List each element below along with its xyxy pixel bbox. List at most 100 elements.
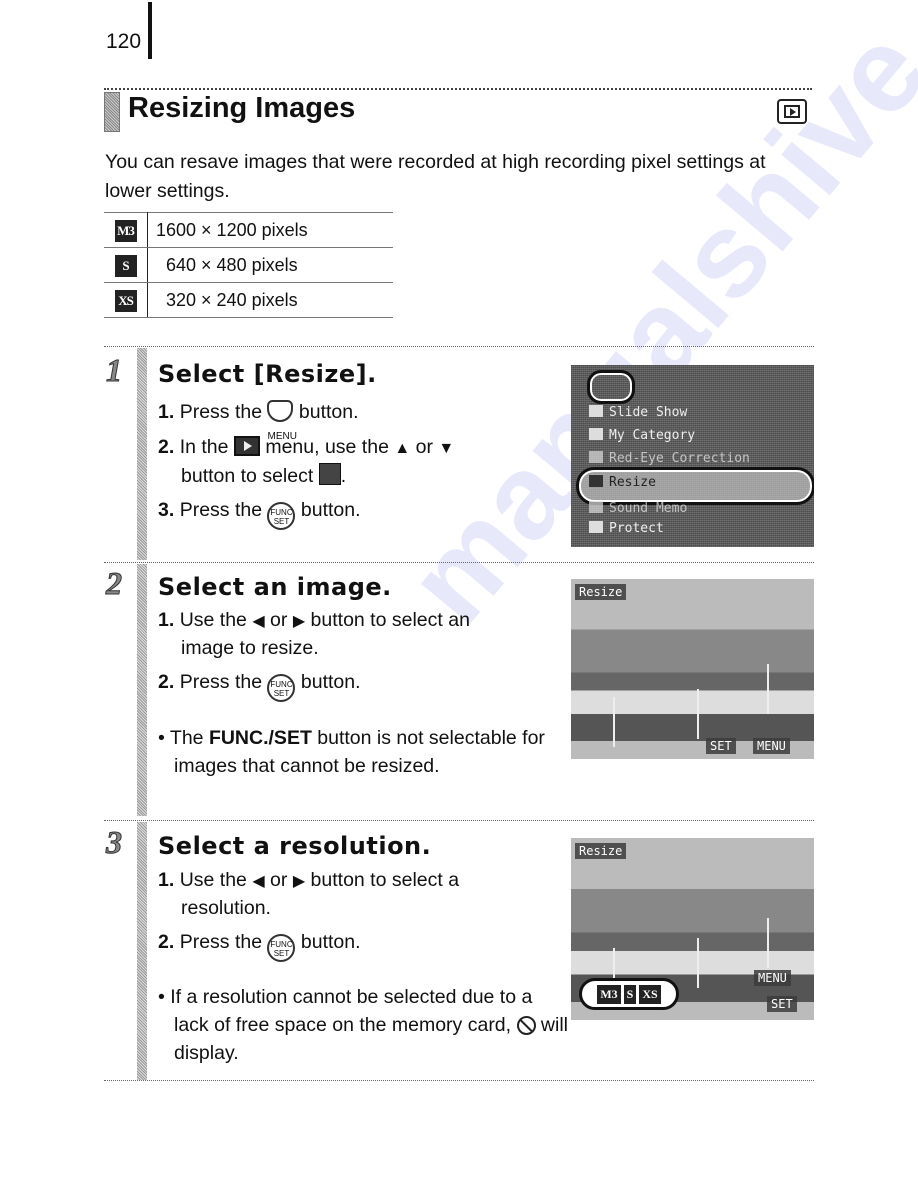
screen-header: Resize [575,843,627,859]
camera-image-select-screenshot: Resize SET MENU [571,579,814,759]
text: or [270,609,288,631]
playback-mode-icon [777,99,807,124]
text: menu, use the [265,436,389,458]
photo-detail [697,689,699,739]
option-xs: XS [639,984,661,1004]
func-label: FUNC [270,508,293,517]
text: button to select [181,465,314,487]
tab-highlight [587,370,635,404]
prohibited-icon [516,1016,536,1035]
intro-text: You can resave images that were recorded… [105,151,766,202]
text: button. [298,401,359,423]
resolution-table: M3 1600 × 1200 pixels S 640 × 480 pixels… [104,212,393,318]
set-label: SET [273,949,290,958]
right-arrow-icon: ▶ [292,613,306,630]
item-number: 3. [158,499,175,521]
resolution-value: 1600 × 1200 pixels [147,212,393,248]
page-title: Resizing Images [128,92,356,124]
resolution-xs-icon: XS [114,289,137,312]
text: or [270,869,288,891]
option-s: S [623,984,637,1004]
bottom-separator [104,1080,814,1081]
func-set-button-icon: FUNC SET [267,502,296,530]
step-title: Select an image. [158,573,392,601]
text: Press the [179,671,263,693]
text: Use the [179,609,247,631]
text: If a resolution cannot be selected due t… [170,986,533,1036]
instruction-line: 3. Press the FUNC SET button. [158,496,361,530]
item-number: 1. [158,401,175,423]
step-separator [104,820,814,821]
left-arrow-icon: ◀ [252,613,265,630]
text: Press the [179,401,263,423]
instruction-line: 1. Use the ◀ or ▶ button to select an [158,606,470,636]
step-number: 1 [106,352,123,389]
right-arrow-icon: ▶ [292,873,306,890]
note: • If a resolution cannot be selected due… [158,986,569,1064]
page-number-divider [148,2,152,59]
step-title: Select [Resize]. [158,360,377,388]
step-number: 3 [106,824,123,861]
resolution-m3-icon: M3 [114,219,137,242]
func-label: FUNC [270,940,293,949]
page-number: 120 [106,30,142,53]
item-number: 2. [158,436,175,458]
text: button. [300,931,361,953]
func-label: FUNC [270,680,293,689]
screen-menu-label: MENU [753,738,790,754]
resolution-s-icon: S [114,254,137,277]
screen-header: Resize [575,584,627,600]
instruction-line: 1. Use the ◀ or ▶ button to select a [158,866,459,896]
step-separator [104,562,814,563]
watermark: manualshive [381,4,918,648]
instruction-line: 2. In the menu, use the ▲ or ▼ [158,433,454,463]
set-label: SET [273,517,290,526]
photo-detail [767,664,769,714]
title-marker [104,92,120,132]
text: button. [300,499,361,521]
screen-set-label: SET [767,996,797,1012]
text: Use the [179,869,247,891]
step-bar [137,348,147,560]
instruction-line: resolution. [181,897,271,919]
text: . [340,465,347,487]
table-row: XS 320 × 240 pixels [104,282,393,318]
item-number: 2. [158,671,175,693]
resize-icon [318,463,341,485]
resolution-value: 640 × 480 pixels [147,247,393,283]
menu-button-icon: MENU [267,400,297,442]
note: • The FUNC./SET button is not selectable… [158,727,545,777]
step-number: 2 [106,565,123,602]
step-title: Select a resolution. [158,832,432,860]
option-m3: M3 [597,984,621,1004]
resolution-selector: M3 S XS [579,978,679,1010]
func-set-button-icon: FUNC SET [267,674,296,702]
func-set-button-icon: FUNC SET [267,934,296,962]
item-number: 1. [158,869,175,891]
photo-detail [613,697,615,747]
title-rule [104,88,812,90]
set-label: SET [273,689,290,698]
item-number: 2. [158,931,175,953]
text: button to select an [310,609,470,631]
text: The [169,727,209,749]
resolution-value: 320 × 240 pixels [147,282,393,318]
instruction-line: 1. Press the MENU button. [158,398,359,442]
func-set-label: FUNC./SET [208,727,312,749]
left-arrow-icon: ◀ [252,873,265,890]
instruction-line: 2. Press the FUNC SET button. [158,668,361,702]
up-arrow-icon: ▲ [394,440,411,457]
text: In the [179,436,229,458]
menu-item-my-category: My Category [589,428,695,443]
menu-item-slide-show: Slide Show [589,405,687,420]
text: Press the [179,499,263,521]
text: Press the [179,931,263,953]
text: button to select a [310,869,460,891]
instruction-line: image to resize. [181,637,319,659]
photo-detail [767,918,769,968]
table-row: S 640 × 480 pixels [104,247,393,283]
text: button. [300,671,361,693]
camera-menu-screenshot: Slide Show My Category Red-Eye Correctio… [571,365,814,547]
screen-menu-label: MENU [754,970,791,986]
instruction-line: 2. Press the FUNC SET button. [158,928,361,962]
